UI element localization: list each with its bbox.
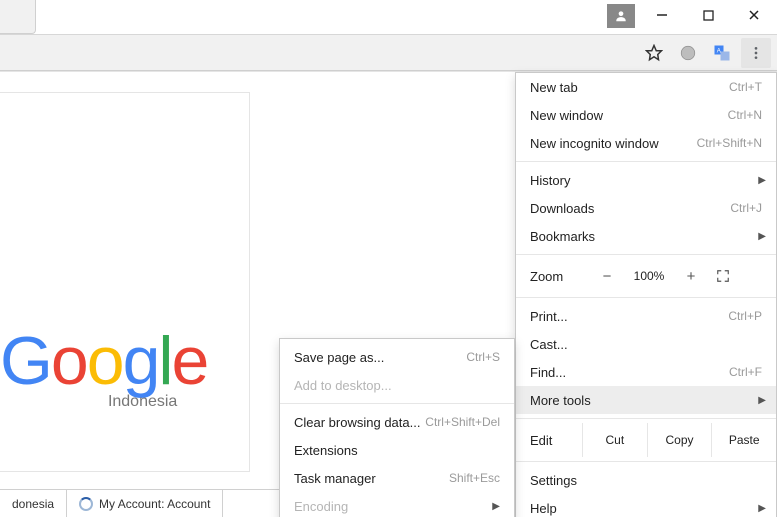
logo-letter: g xyxy=(123,323,159,399)
tab-label: donesia xyxy=(12,497,54,511)
menu-new-incognito[interactable]: New incognito windowCtrl+Shift+N xyxy=(516,129,776,157)
translate-icon[interactable]: A xyxy=(707,38,737,68)
content-panel xyxy=(0,92,250,472)
menu-settings[interactable]: Settings xyxy=(516,466,776,494)
minimize-button[interactable] xyxy=(639,0,685,30)
menu-downloads[interactable]: DownloadsCtrl+J xyxy=(516,194,776,222)
logo-letter: o xyxy=(51,323,87,399)
zoom-value: 100% xyxy=(624,269,674,283)
loading-spinner-icon xyxy=(79,497,93,511)
svg-text:A: A xyxy=(717,48,721,54)
window-controls xyxy=(639,0,777,30)
browser-toolbar: A xyxy=(0,34,777,71)
menu-encoding: Encoding▶ xyxy=(280,492,514,517)
edit-cut-button[interactable]: Cut xyxy=(582,423,647,457)
title-bar xyxy=(0,0,777,34)
menu-extensions[interactable]: Extensions xyxy=(280,436,514,464)
menu-separator xyxy=(516,254,776,255)
menu-zoom-row: Zoom − 100% + xyxy=(516,259,776,293)
google-logo: Google Indonesia xyxy=(0,327,207,411)
chrome-menu-button[interactable] xyxy=(741,38,771,68)
menu-find[interactable]: Find...Ctrl+F xyxy=(516,358,776,386)
zoom-label: Zoom xyxy=(530,269,590,284)
chevron-right-icon: ▶ xyxy=(492,501,500,512)
tab-strip-corner xyxy=(0,0,36,34)
menu-bookmarks[interactable]: Bookmarks▶ xyxy=(516,222,776,250)
edit-label: Edit xyxy=(516,433,582,448)
fullscreen-button[interactable] xyxy=(708,269,738,283)
menu-add-to-desktop: Add to desktop... xyxy=(280,371,514,399)
bookmark-star-icon[interactable] xyxy=(639,38,669,68)
menu-separator xyxy=(516,418,776,419)
menu-separator xyxy=(516,461,776,462)
edit-paste-button[interactable]: Paste xyxy=(711,423,776,457)
menu-print[interactable]: Print...Ctrl+P xyxy=(516,302,776,330)
menu-task-manager[interactable]: Task managerShift+Esc xyxy=(280,464,514,492)
menu-new-tab[interactable]: New tabCtrl+T xyxy=(516,73,776,101)
profile-badge[interactable] xyxy=(607,4,635,28)
logo-letter: o xyxy=(87,323,123,399)
menu-separator xyxy=(516,161,776,162)
chevron-right-icon: ▶ xyxy=(758,503,766,514)
menu-help[interactable]: Help▶ xyxy=(516,494,776,517)
chrome-main-menu: New tabCtrl+T New windowCtrl+N New incog… xyxy=(515,72,777,517)
close-button[interactable] xyxy=(731,0,777,30)
menu-history[interactable]: History▶ xyxy=(516,166,776,194)
page-content: Google Indonesia Save page as...Ctrl+S A… xyxy=(0,71,777,517)
tab-label: My Account: Account xyxy=(99,497,210,511)
chevron-right-icon: ▶ xyxy=(758,231,766,242)
zoom-out-button[interactable]: − xyxy=(590,268,624,285)
logo-letter: e xyxy=(172,323,208,399)
chevron-right-icon: ▶ xyxy=(758,175,766,186)
edit-copy-button[interactable]: Copy xyxy=(647,423,712,457)
extension-icon[interactable] xyxy=(673,38,703,68)
menu-more-tools[interactable]: More tools▶ xyxy=(516,386,776,414)
menu-cast[interactable]: Cast... xyxy=(516,330,776,358)
more-tools-submenu: Save page as...Ctrl+S Add to desktop... … xyxy=(279,338,515,517)
maximize-button[interactable] xyxy=(685,0,731,30)
taskbar-tab[interactable]: donesia xyxy=(0,490,67,517)
menu-separator xyxy=(280,403,514,404)
menu-edit-row: Edit Cut Copy Paste xyxy=(516,423,776,457)
taskbar-tab[interactable]: My Account: Account xyxy=(67,490,223,517)
menu-save-page-as[interactable]: Save page as...Ctrl+S xyxy=(280,343,514,371)
menu-new-window[interactable]: New windowCtrl+N xyxy=(516,101,776,129)
chevron-right-icon: ▶ xyxy=(758,395,766,406)
logo-letter: G xyxy=(0,323,51,399)
menu-separator xyxy=(516,297,776,298)
menu-clear-browsing-data[interactable]: Clear browsing data...Ctrl+Shift+Del xyxy=(280,408,514,436)
logo-letter: l xyxy=(158,323,171,399)
zoom-in-button[interactable]: + xyxy=(674,268,708,285)
